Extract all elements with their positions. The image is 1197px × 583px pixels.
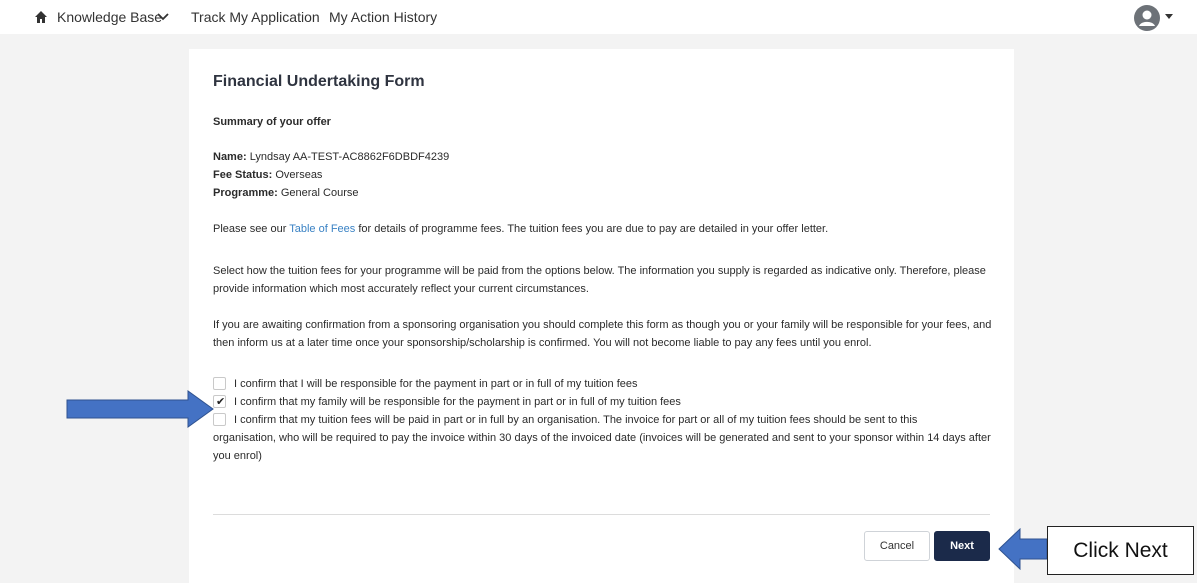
summary-heading: Summary of your offer	[213, 116, 331, 128]
option-family-responsible-label: I confirm that my family will be respons…	[234, 396, 681, 408]
fees-paragraph: Please see our Table of Fees for details…	[213, 220, 828, 238]
option-self-responsible-label: I confirm that I will be responsible for…	[234, 378, 638, 390]
option-organisation-responsible-label-continued: organisation, who will be required to pa…	[213, 432, 991, 462]
programme-label: Programme:	[213, 187, 278, 199]
divider	[213, 514, 990, 515]
fees-text-before: Please see our	[213, 223, 290, 235]
click-next-callout: Click Next	[1047, 526, 1194, 575]
fee-status-row: Fee Status: Overseas	[213, 166, 322, 184]
fee-status-value: Overseas	[275, 169, 323, 181]
page-title: Financial Undertaking Form	[213, 73, 425, 90]
user-avatar-icon[interactable]	[1134, 5, 1160, 31]
nav-my-action-history[interactable]: My Action History	[329, 9, 437, 25]
chevron-down-icon[interactable]	[157, 12, 169, 22]
home-icon[interactable]	[34, 10, 48, 24]
name-value: Lyndsay AA-TEST-AC8862F6DBDF4239	[249, 151, 450, 163]
avatar-dropdown-caret-icon[interactable]	[1165, 14, 1173, 19]
annotation-arrow-right-icon	[66, 390, 214, 428]
programme-value: General Course	[280, 187, 359, 199]
cancel-button[interactable]: Cancel	[864, 531, 930, 561]
nav-track-my-application[interactable]: Track My Application	[191, 9, 320, 25]
table-of-fees-link[interactable]: Table of Fees	[289, 223, 355, 235]
check-icon: ✔	[216, 396, 226, 408]
programme-row: Programme: General Course	[213, 184, 359, 202]
checkbox-organisation-responsible[interactable]	[213, 413, 226, 426]
select-instructions: Select how the tuition fees for your pro…	[213, 265, 986, 295]
nav-knowledge-base[interactable]: Knowledge Base	[57, 9, 162, 25]
name-row: Name: Lyndsay AA-TEST-AC8862F6DBDF4239	[213, 148, 449, 166]
name-label: Name:	[213, 151, 247, 163]
fees-text-after: for details of programme fees. The tuiti…	[355, 223, 829, 235]
sponsor-instructions: If you are awaiting confirmation from a …	[213, 319, 992, 349]
annotation-arrow-left-icon	[998, 528, 1048, 570]
top-navigation-bar: Knowledge Base Track My Application My A…	[0, 0, 1197, 34]
checkbox-family-responsible[interactable]: ✔	[213, 395, 226, 408]
next-button[interactable]: Next	[934, 531, 990, 561]
fee-status-label: Fee Status:	[213, 169, 273, 181]
option-organisation-responsible-label: I confirm that my tuition fees will be p…	[234, 414, 918, 426]
checkbox-self-responsible[interactable]	[213, 377, 226, 390]
